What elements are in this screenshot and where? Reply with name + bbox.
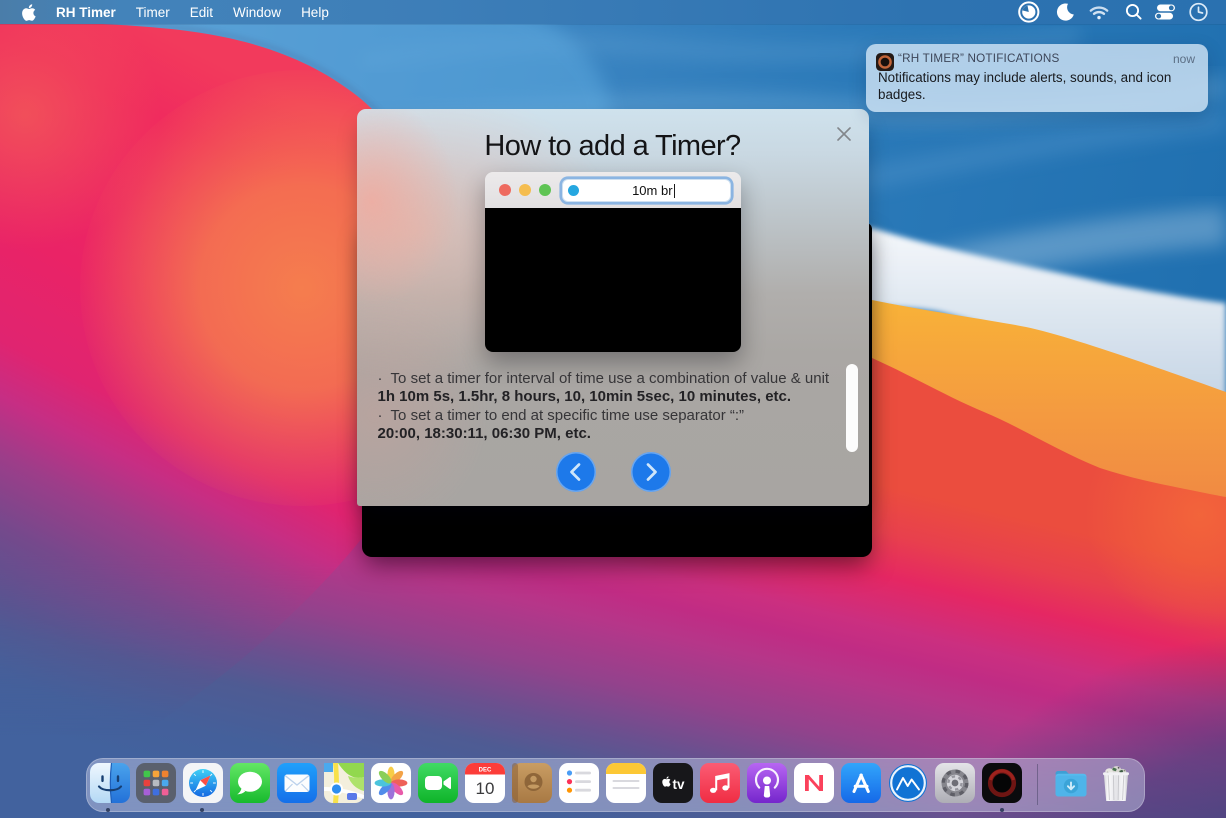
svg-text:tv: tv [672,777,684,792]
svg-text:DEC: DEC [478,768,491,774]
svg-text:10: 10 [475,779,494,798]
